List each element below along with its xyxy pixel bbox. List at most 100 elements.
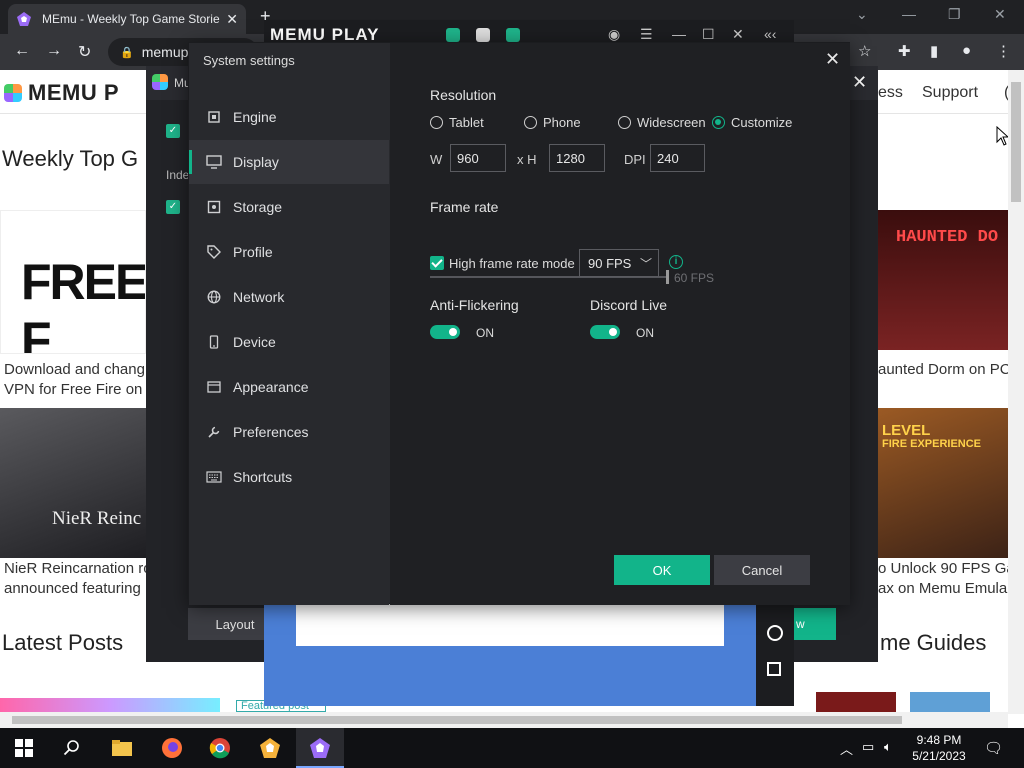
- volume-icon[interactable]: 🔈︎: [884, 739, 892, 755]
- star-icon[interactable]: ☆: [858, 42, 871, 60]
- notification-icon[interactable]: 🗨︎: [984, 739, 1003, 757]
- sidebar-item-appearance[interactable]: Appearance: [189, 365, 389, 409]
- home-circle-icon[interactable]: [767, 625, 783, 641]
- chevron-down-icon[interactable]: ⌄: [856, 6, 868, 23]
- nav-item-support[interactable]: Support: [922, 84, 978, 102]
- card-caption[interactable]: aunted Dorm on PC: [878, 360, 1008, 380]
- fps-select[interactable]: 90 FPS ﹀: [579, 249, 659, 277]
- file-explorer-icon[interactable]: [110, 736, 134, 760]
- chrome-app-icon[interactable]: [476, 28, 490, 42]
- browser-tab[interactable]: MEmu - Weekly Top Game Stories ✕: [8, 4, 246, 34]
- slider-handle[interactable]: [666, 270, 669, 284]
- windows-taskbar: ︿ ▭ 🔈︎ 9:48 PM 5/21/2023 🗨︎: [0, 728, 1024, 768]
- scrollbar-thumb[interactable]: [1011, 82, 1021, 202]
- post-thumbnail[interactable]: [0, 698, 220, 712]
- forward-icon[interactable]: →: [46, 42, 62, 60]
- width-input[interactable]: 960: [450, 144, 506, 172]
- card-image-freefire[interactable]: FREE F: [0, 210, 146, 354]
- multi-new-button[interactable]: w: [794, 608, 836, 640]
- page-scrollbar-vertical[interactable]: [1008, 70, 1024, 714]
- height-input[interactable]: 1280: [549, 144, 605, 172]
- ok-button[interactable]: OK: [614, 555, 710, 585]
- dpi-input[interactable]: 240: [650, 144, 705, 172]
- guide-thumbnail[interactable]: [910, 692, 990, 712]
- radio-tablet[interactable]: Tablet: [430, 115, 484, 130]
- recent-square-icon[interactable]: [767, 662, 781, 676]
- sidebar-item-preferences[interactable]: Preferences: [189, 410, 389, 454]
- guide-thumbnail[interactable]: [816, 692, 896, 712]
- sidebar-item-profile[interactable]: Profile: [189, 230, 389, 274]
- app-icon[interactable]: [446, 28, 460, 42]
- emulator-screen[interactable]: [264, 604, 756, 706]
- card-caption[interactable]: o Unlock 90 FPS Ga ax on Memu Emula: [878, 559, 1008, 599]
- minimize-icon[interactable]: —: [902, 6, 916, 22]
- sidebar-item-device[interactable]: Device: [189, 320, 389, 364]
- network-icon[interactable]: ▭: [862, 739, 874, 755]
- memu-icon[interactable]: [258, 736, 282, 760]
- discord-live-toggle[interactable]: [590, 325, 620, 339]
- row-checkbox[interactable]: ✓: [166, 124, 180, 138]
- card-caption[interactable]: NieR Reincarnation ro announced featuring: [4, 559, 146, 599]
- high-frame-rate-label: High frame rate mode: [449, 256, 575, 271]
- firefox-icon[interactable]: [160, 736, 184, 760]
- minimize-icon[interactable]: —: [672, 26, 686, 42]
- card-image-level[interactable]: LEVEL FIRE EXPERIENCE: [878, 408, 1008, 558]
- sidebar-item-storage[interactable]: Storage: [189, 185, 389, 229]
- start-icon[interactable]: [12, 736, 36, 760]
- radio-phone[interactable]: Phone: [524, 115, 581, 130]
- system-clock[interactable]: 9:48 PM 5/21/2023: [906, 732, 972, 764]
- memu-favicon-icon: [17, 12, 31, 26]
- multi-window-close-icon[interactable]: ✕: [852, 72, 867, 93]
- menu-icon[interactable]: ⋮: [996, 42, 1011, 60]
- card-caption[interactable]: Download and chang VPN for Free Fire on: [4, 360, 146, 400]
- card-image-haunted[interactable]: HAUNTED DO: [878, 210, 1008, 350]
- wrench-icon: [205, 423, 223, 441]
- settings-app-icon[interactable]: [506, 28, 520, 42]
- dialog-close-icon[interactable]: ✕: [825, 49, 840, 70]
- anti-flickering-heading: Anti-Flickering: [430, 297, 519, 313]
- sidebar-item-engine[interactable]: Engine: [189, 95, 389, 139]
- globe-icon: [205, 288, 223, 306]
- sidebar-item-shortcuts[interactable]: Shortcuts: [189, 455, 389, 499]
- back-icon[interactable]: ←: [14, 42, 30, 60]
- profile-icon[interactable]: ●: [962, 42, 971, 59]
- card-image-nier[interactable]: NieR Reinc: [0, 408, 146, 558]
- menu-lines-icon[interactable]: ☰: [640, 26, 653, 43]
- sidepanel-icon[interactable]: ▮: [930, 42, 938, 60]
- nav-item-partial[interactable]: ess: [878, 84, 903, 102]
- page-scrollbar-horizontal[interactable]: [0, 712, 1008, 728]
- system-settings-dialog: System settings Engine Display Storage P…: [188, 42, 850, 605]
- extensions-icon[interactable]: ✚: [898, 42, 911, 60]
- sidebar-item-network[interactable]: Network: [189, 275, 389, 319]
- window-icon: [205, 378, 223, 396]
- scrollbar-thumb[interactable]: [12, 716, 902, 724]
- mouse-cursor-icon: [996, 126, 1008, 146]
- collapse-icon[interactable]: «‹: [764, 26, 776, 42]
- chrome-icon[interactable]: [208, 736, 232, 760]
- reload-icon[interactable]: ↻: [78, 42, 91, 62]
- close-icon[interactable]: ✕: [732, 26, 744, 43]
- row-checkbox[interactable]: ✓: [166, 200, 180, 214]
- height-label: x H: [517, 152, 537, 167]
- maximize-icon[interactable]: ☐: [702, 26, 715, 43]
- game-guides-heading: me Guides: [880, 630, 987, 655]
- anti-flickering-toggle[interactable]: [430, 325, 460, 339]
- sidebar-item-display[interactable]: Display: [189, 140, 389, 184]
- site-logo[interactable]: MEMU P: [4, 80, 119, 106]
- discord-live-state: ON: [636, 326, 654, 340]
- tray-chevron-icon[interactable]: ︿: [840, 739, 853, 758]
- radio-customize[interactable]: Customize: [712, 115, 792, 130]
- emulator-content: [296, 604, 724, 646]
- lock-icon: 🔒: [120, 46, 134, 59]
- high-frame-rate-checkbox[interactable]: [430, 256, 444, 270]
- search-icon[interactable]: [60, 736, 84, 760]
- tab-close-icon[interactable]: ✕: [226, 11, 238, 28]
- account-icon[interactable]: ◉: [608, 26, 620, 43]
- info-icon[interactable]: i: [669, 255, 683, 269]
- cancel-button[interactable]: Cancel: [714, 555, 810, 585]
- radio-widescreen[interactable]: Widescreen: [618, 115, 706, 130]
- memu-multi-icon[interactable]: [308, 736, 332, 760]
- settings-content: Resolution Tablet Phone Widescreen Custo…: [390, 43, 850, 605]
- window-close-icon[interactable]: ✕: [994, 6, 1006, 23]
- restore-icon[interactable]: ❐: [948, 6, 961, 23]
